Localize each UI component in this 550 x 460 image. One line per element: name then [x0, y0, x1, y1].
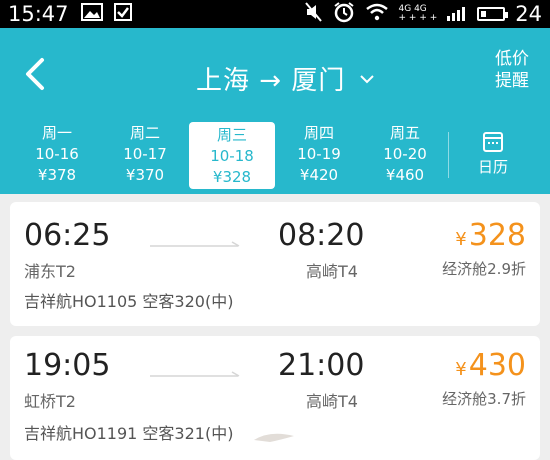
arrival-airport: 高崎T4 — [306, 262, 358, 281]
route-title: 上海 → 厦门 — [196, 66, 346, 96]
battery-level: 24 — [515, 2, 542, 26]
signal-icon — [447, 2, 467, 26]
date-tab-3[interactable]: 周四 10-19 ¥420 — [276, 120, 362, 188]
flight-price: ¥430 — [455, 348, 526, 383]
departure-airport: 虹桥T2 — [24, 392, 76, 411]
calendar-label: 日历 — [477, 158, 508, 176]
low-price-label-2: 提醒 — [495, 71, 529, 91]
arrow-icon — [150, 241, 240, 247]
alarm-icon — [333, 1, 355, 28]
date-price: ¥420 — [299, 166, 339, 184]
arrival-time: 21:00 — [278, 348, 365, 383]
arrow-icon — [150, 371, 240, 377]
calendar-button[interactable]: 日历 — [468, 128, 518, 177]
date-weekday: 周二 — [129, 124, 160, 142]
date-tab-0[interactable]: 周一 10-16 ¥378 — [14, 120, 100, 188]
departure-time: 19:05 — [24, 348, 111, 383]
date-strip: 周一 10-16 ¥378 周二 10-17 ¥370 周三 10-18 ¥32… — [0, 120, 550, 194]
network-type: 4G 4G + + + + — [399, 5, 438, 23]
price-value: 328 — [468, 218, 526, 253]
calendar-icon — [483, 132, 503, 152]
wifi-icon — [365, 2, 389, 26]
date-day: 10-18 — [210, 147, 254, 165]
date-weekday: 周三 — [216, 126, 247, 144]
date-weekday: 周一 — [41, 124, 72, 142]
date-price: ¥378 — [37, 166, 77, 184]
network-line-2: + + + + — [398, 13, 438, 23]
date-tab-1[interactable]: 周二 10-17 ¥370 — [102, 120, 188, 188]
date-weekday: 周四 — [303, 124, 334, 142]
flight-info: 吉祥航HO1105 空客320(中) — [24, 292, 234, 311]
currency-symbol: ¥ — [455, 359, 467, 380]
departure-airport: 浦东T2 — [24, 262, 76, 281]
status-bar: 15:47 4G 4G + + + + 24 — [0, 0, 550, 28]
date-tab-4[interactable]: 周五 10-20 ¥460 — [362, 120, 448, 188]
arrival-airport: 高崎T4 — [306, 392, 358, 411]
back-button[interactable] — [18, 56, 54, 92]
date-day: 10-17 — [123, 145, 167, 163]
flight-price: ¥328 — [455, 218, 526, 253]
chevron-down-icon — [359, 69, 375, 88]
date-price: ¥460 — [385, 166, 425, 184]
date-day: 10-19 — [297, 145, 341, 163]
back-arrow-icon — [26, 58, 44, 90]
date-price: ¥328 — [212, 168, 252, 186]
low-price-label-1: 低价 — [495, 49, 529, 69]
date-day: 10-20 — [383, 145, 427, 163]
cabin-discount: 经济舱2.9折 — [442, 260, 526, 278]
date-price: ¥370 — [125, 166, 165, 184]
checkbox-icon — [113, 2, 133, 27]
date-weekday: 周五 — [389, 124, 420, 142]
flight-card[interactable]: 06:25 浦东T2 08:20 高崎T4 ¥328 经济舱2.9折 吉祥航HO… — [10, 202, 540, 326]
header: 上海 → 厦门 低价 提醒 周一 10-16 ¥378 周二 10-17 ¥37… — [0, 28, 550, 194]
price-value: 430 — [468, 348, 526, 383]
date-tab-2-selected[interactable]: 周三 10-18 ¥328 — [189, 122, 275, 189]
route-selector[interactable]: 上海 → 厦门 — [196, 60, 375, 97]
arrival-time: 08:20 — [278, 218, 365, 253]
departure-time: 06:25 — [24, 218, 111, 253]
plane-icon — [254, 433, 294, 442]
date-day: 10-16 — [35, 145, 79, 163]
divider — [448, 132, 449, 178]
currency-symbol: ¥ — [455, 229, 467, 250]
image-icon — [80, 2, 103, 26]
flight-info: 吉祥航HO1191 空客321(中) — [24, 424, 234, 443]
mute-icon — [304, 1, 323, 27]
status-time: 15:47 — [8, 2, 69, 26]
low-price-alert-button[interactable]: 低价 提醒 — [492, 48, 532, 92]
cabin-discount: 经济舱3.7折 — [442, 390, 526, 408]
battery-icon — [477, 7, 509, 21]
